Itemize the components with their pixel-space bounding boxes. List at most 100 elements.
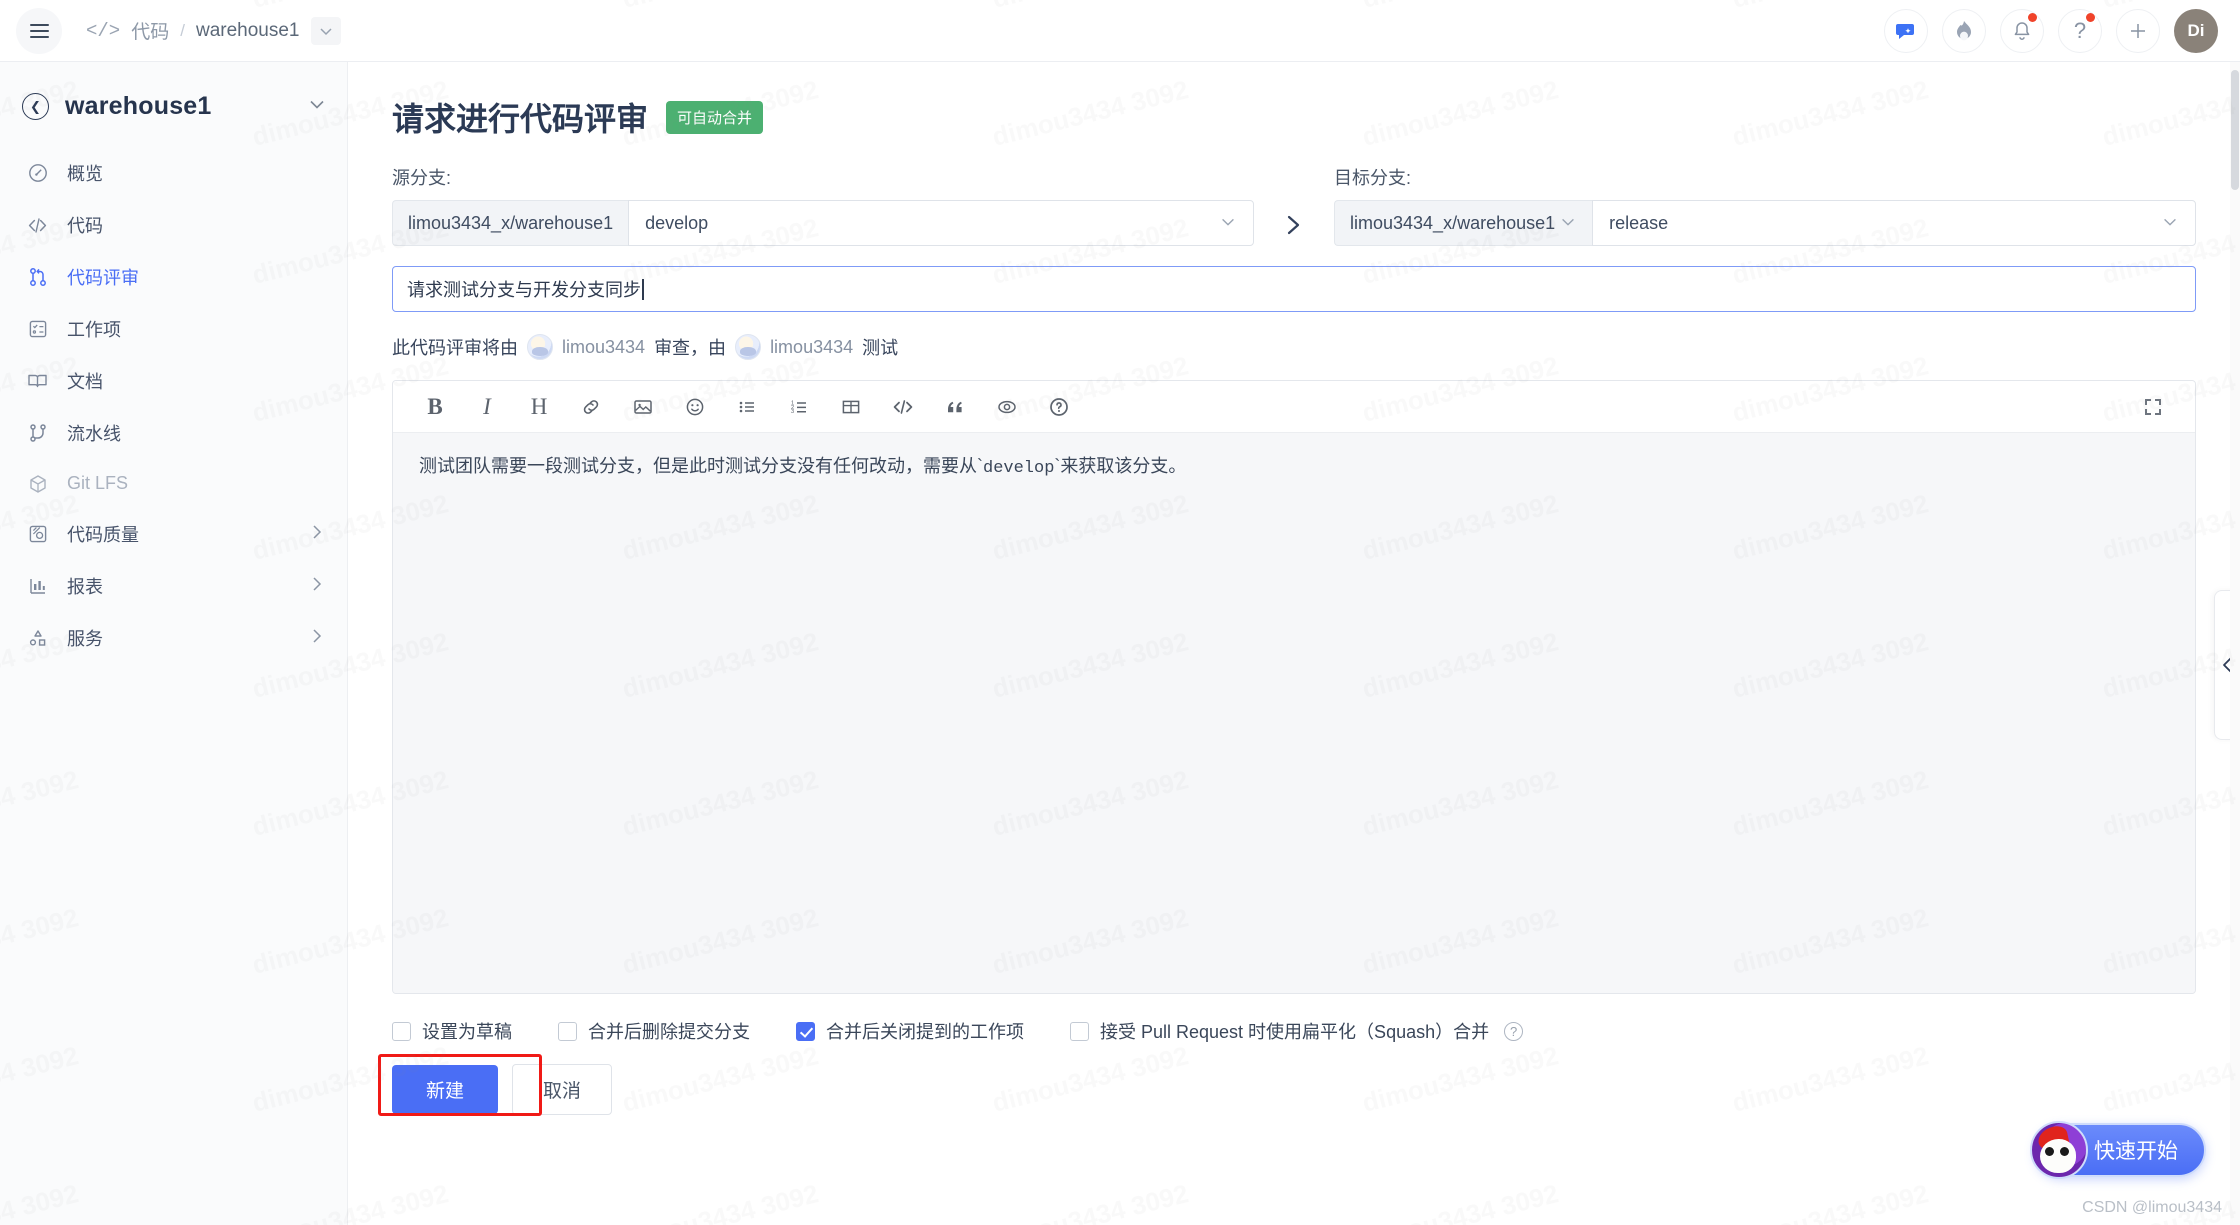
- checkbox-delete-branch[interactable]: 合并后删除提交分支: [558, 1018, 750, 1044]
- description-editor: B I H 123: [392, 380, 2196, 994]
- preview-eye-icon[interactable]: [981, 387, 1033, 427]
- hamburger-icon[interactable]: [16, 8, 62, 54]
- reviewer-name[interactable]: limou3434: [562, 337, 645, 358]
- breadcrumb-item-code[interactable]: 代码: [131, 17, 169, 44]
- cube-icon: [26, 472, 49, 495]
- sidebar-item-code-quality[interactable]: 代码质量: [0, 508, 347, 560]
- options-checkboxes: 设置为草稿 合并后删除提交分支 合并后关闭提到的工作项 接受 Pull Requ…: [392, 1018, 2196, 1044]
- sidebar-item-label: 服务: [67, 625, 103, 651]
- sidebar-item-git-lfs[interactable]: Git LFS: [0, 459, 347, 508]
- chevron-down-icon[interactable]: [307, 94, 327, 119]
- quick-start-button[interactable]: 快速开始: [2034, 1123, 2206, 1177]
- top-bar: </> 代码 / warehouse1 ? Di: [0, 0, 2240, 62]
- fullscreen-icon[interactable]: [2127, 387, 2179, 427]
- checkbox-label: 合并后删除提交分支: [588, 1018, 750, 1044]
- chevron-right-icon: [309, 522, 325, 547]
- back-icon[interactable]: ❮: [22, 93, 49, 120]
- add-icon[interactable]: [2116, 9, 2160, 53]
- checkbox-box: [1070, 1022, 1089, 1041]
- avatar[interactable]: Di: [2174, 9, 2218, 53]
- code-icon: [26, 214, 49, 237]
- sidebar-item-reports[interactable]: 报表: [0, 560, 347, 612]
- source-repo-field: limou3434_x/warehouse1: [392, 200, 628, 246]
- sidebar-repo-name: warehouse1: [65, 92, 212, 121]
- sidebar-item-label: 代码质量: [67, 521, 139, 547]
- chevron-down-icon: [2161, 213, 2179, 234]
- chevron-right-icon: [309, 574, 325, 599]
- numbered-list-icon[interactable]: 123: [773, 387, 825, 427]
- breadcrumb-item-repo[interactable]: warehouse1: [196, 20, 300, 42]
- source-branch-value: develop: [645, 213, 708, 234]
- heading-icon[interactable]: H: [513, 387, 565, 427]
- status-badge: 可自动合并: [666, 101, 763, 134]
- flame-icon[interactable]: [1942, 9, 1986, 53]
- help-circle-icon[interactable]: [1033, 387, 1085, 427]
- pull-request-icon: [26, 266, 49, 289]
- sidebar-item-work-items[interactable]: 工作项: [0, 303, 347, 355]
- page-header: 请求进行代码评审 可自动合并: [392, 94, 2196, 140]
- sidebar-item-label: 报表: [67, 573, 103, 599]
- tester-avatar: [735, 334, 761, 360]
- code-icon: </>: [86, 20, 120, 42]
- quote-icon[interactable]: [929, 387, 981, 427]
- mascot-avatar: [2030, 1121, 2088, 1179]
- sidebar-nav: 概览 代码 代码评审 工作项 文档: [0, 147, 347, 664]
- description-code: develop: [983, 459, 1054, 478]
- checkbox-draft[interactable]: 设置为草稿: [392, 1018, 512, 1044]
- checkbox-label: 接受 Pull Request 时使用扁平化（Squash）合并: [1100, 1018, 1489, 1044]
- help-dot: [2086, 13, 2095, 22]
- checkbox-label: 设置为草稿: [422, 1018, 512, 1044]
- sidebar-item-label: Git LFS: [67, 473, 128, 494]
- link-icon[interactable]: [565, 387, 617, 427]
- tasklist-icon: [26, 318, 49, 341]
- table-icon[interactable]: [825, 387, 877, 427]
- reviewer-suffix: 测试: [862, 334, 898, 360]
- sidebar-item-label: 流水线: [67, 420, 121, 446]
- reviewer-avatar: [527, 334, 553, 360]
- bell-icon[interactable]: [2000, 9, 2044, 53]
- assistant-icon[interactable]: [1884, 9, 1928, 53]
- bold-icon[interactable]: B: [409, 387, 461, 427]
- mascot-face: [2040, 1139, 2076, 1173]
- scrollbar-track[interactable]: [2230, 62, 2240, 1225]
- code-icon[interactable]: [877, 387, 929, 427]
- text-caret: [642, 279, 644, 300]
- gauge-icon: [26, 162, 49, 185]
- notification-dot: [2028, 13, 2037, 22]
- description-text-post: `来获取该分支。: [1054, 456, 1186, 476]
- scrollbar-thumb[interactable]: [2231, 70, 2239, 190]
- editor-toolbar: B I H 123: [393, 381, 2195, 433]
- sidebar: ❮ warehouse1 概览 代码 代码评审: [0, 62, 348, 1225]
- checkbox-squash-merge[interactable]: 接受 Pull Request 时使用扁平化（Squash）合并 ?: [1070, 1018, 1523, 1044]
- target-repo-select[interactable]: limou3434_x/warehouse1: [1334, 200, 1592, 246]
- target-branch-select[interactable]: release: [1592, 200, 2196, 246]
- emoji-icon[interactable]: [669, 387, 721, 427]
- help-icon[interactable]: ?: [2058, 9, 2102, 53]
- italic-icon[interactable]: I: [461, 387, 513, 427]
- chevron-down-icon[interactable]: [311, 17, 341, 45]
- mascot-eye-left: [2045, 1147, 2054, 1156]
- sidebar-item-label: 工作项: [67, 316, 121, 342]
- cancel-button[interactable]: 取消: [512, 1064, 612, 1115]
- pipeline-icon: [26, 422, 49, 445]
- bullet-list-icon[interactable]: [721, 387, 773, 427]
- sidebar-item-code[interactable]: 代码: [0, 199, 347, 251]
- checkbox-close-work-items[interactable]: 合并后关闭提到的工作项: [796, 1018, 1024, 1044]
- topbar-actions: ? Di: [1884, 9, 2240, 53]
- description-textarea[interactable]: 测试团队需要一段测试分支，但是此时测试分支没有任何改动，需要从`develop`…: [393, 433, 2195, 993]
- help-circle-icon[interactable]: ?: [1504, 1022, 1523, 1041]
- sidebar-item-docs[interactable]: 文档: [0, 355, 347, 407]
- source-branch-select[interactable]: develop: [628, 200, 1254, 246]
- sidebar-item-code-review[interactable]: 代码评审: [0, 251, 347, 303]
- quality-icon: [26, 523, 49, 546]
- mascot-eye-right: [2060, 1147, 2069, 1156]
- sidebar-item-pipeline[interactable]: 流水线: [0, 407, 347, 459]
- image-icon[interactable]: [617, 387, 669, 427]
- review-title-input[interactable]: 请求测试分支与开发分支同步: [392, 266, 2196, 312]
- submit-button[interactable]: 新建: [392, 1065, 498, 1114]
- description-text-pre: 测试团队需要一段测试分支，但是此时测试分支没有任何改动，需要从`: [419, 456, 983, 476]
- sidebar-item-services[interactable]: 服务: [0, 612, 347, 664]
- sidebar-item-overview[interactable]: 概览: [0, 147, 347, 199]
- tester-name[interactable]: limou3434: [770, 337, 853, 358]
- credit-watermark: CSDN @limou3434: [2082, 1199, 2222, 1217]
